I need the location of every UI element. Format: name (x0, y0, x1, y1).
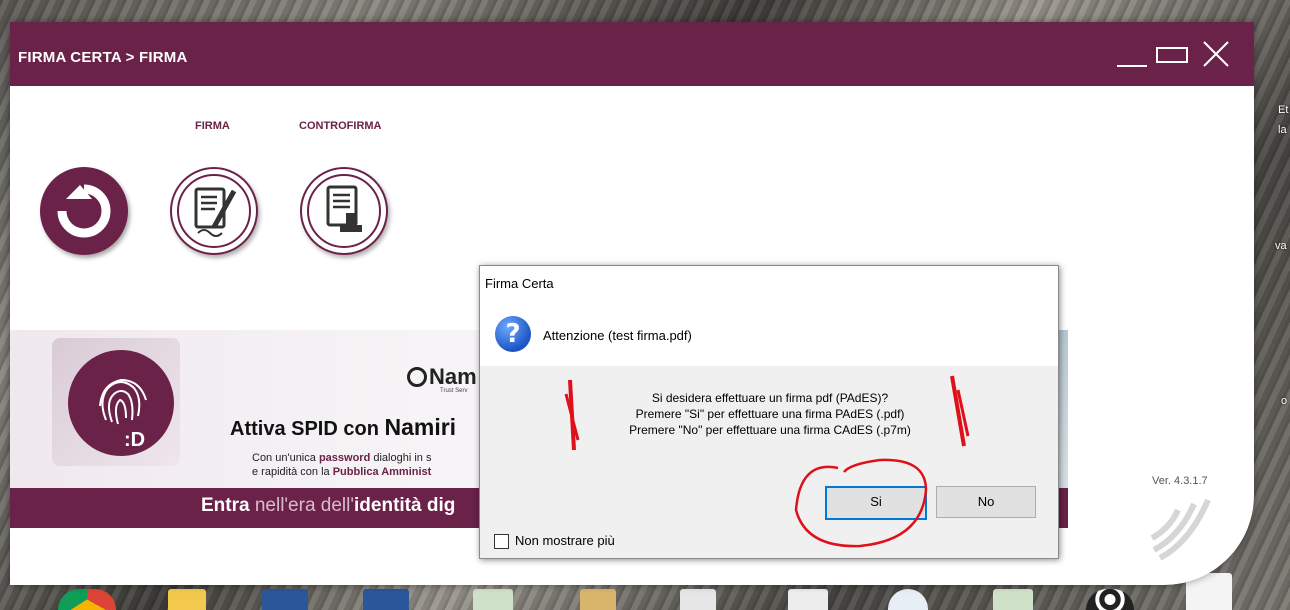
brand-logo-icon (1150, 498, 1211, 561)
tab-controfirma[interactable]: CONTROFIRMA (299, 120, 382, 132)
banner-headline: Attiva SPID con Namiri (230, 414, 457, 440)
minimize-icon[interactable] (1113, 34, 1153, 74)
app-icon[interactable] (1086, 589, 1134, 610)
folder-icon[interactable] (168, 589, 206, 610)
word-icon[interactable] (262, 589, 308, 610)
annotation-marks (564, 375, 970, 548)
desktop-side-text: o (1281, 395, 1288, 407)
document-icon[interactable] (680, 589, 716, 610)
version-label: Ver. 4.3.1.7 (1152, 475, 1208, 487)
back-button[interactable] (40, 167, 128, 255)
title-bar: FIRMA CERTA > FIRMA (10, 22, 1254, 86)
desktop-side-text: va (1275, 240, 1287, 252)
stamp-document-icon (307, 174, 381, 248)
dialog-heading: Attenzione (test firma.pdf) (543, 328, 692, 343)
tab-firma[interactable]: FIRMA (195, 120, 230, 132)
namirial-logo-icon (407, 367, 427, 387)
svg-text::D: :D (124, 429, 145, 451)
close-icon[interactable] (1196, 34, 1236, 74)
desktop-side-text: la (1278, 124, 1287, 136)
document-icon[interactable] (788, 589, 828, 610)
banner-logo-subtitle: Trust Serv (440, 388, 468, 394)
countersign-button[interactable] (300, 167, 388, 255)
file-icon[interactable] (993, 589, 1033, 610)
sign-button[interactable] (170, 167, 258, 255)
banner-bar-text: Entra nell'era dell'identità dig (201, 495, 456, 516)
chrome-icon[interactable] (58, 589, 116, 610)
window-title: FIRMA CERTA > FIRMA (18, 49, 188, 66)
file-icon[interactable] (580, 589, 616, 610)
dialog-title: Firma Certa (485, 276, 554, 291)
maximize-icon[interactable] (1153, 34, 1193, 74)
app-icon[interactable] (888, 589, 928, 610)
file-icon[interactable] (473, 589, 513, 610)
word-icon[interactable] (363, 589, 409, 610)
banner-logo: Nam (407, 364, 477, 390)
desktop-side-text: Et (1278, 104, 1289, 116)
question-icon: ? (495, 316, 531, 352)
dialog-header (480, 266, 1058, 366)
sign-document-icon (177, 174, 251, 248)
fingerprint-icon: :D (68, 350, 174, 456)
dont-show-again-checkbox[interactable] (494, 534, 509, 549)
refresh-icon (57, 184, 111, 238)
taskbar (0, 573, 1290, 610)
banner-text: Con un'unica password dialoghi in s e ra… (252, 452, 432, 478)
